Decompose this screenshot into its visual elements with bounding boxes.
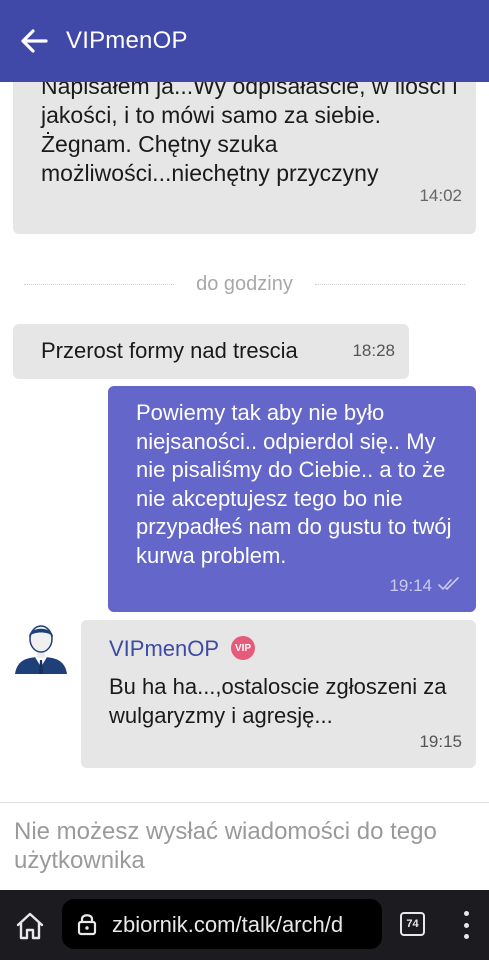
message-bubble-outgoing: Powiemy tak aby nie było niejsaności.. o… xyxy=(108,386,476,612)
message-author[interactable]: VIPmenOP xyxy=(109,636,219,662)
url-text: zbiornik.com/talk/arch/d xyxy=(112,912,344,937)
more-vert-icon[interactable] xyxy=(456,911,476,939)
lock-icon xyxy=(77,914,97,936)
message-text: Powiemy tak aby nie było niejsaności.. o… xyxy=(136,400,452,568)
message-text: Bu ha ha...,ostaloscie zgłoszeni za wulg… xyxy=(109,674,447,728)
browser-toolbar: zbiornik.com/talk/arch/d 74 xyxy=(0,890,489,960)
message-text: Przerost formy nad trescia xyxy=(41,338,298,363)
back-button[interactable] xyxy=(14,21,54,61)
message-list[interactable]: Napisałem ja...Wy odpisałaście, w ilości… xyxy=(0,82,489,802)
app-bar: VIPmenOP xyxy=(0,0,489,82)
menu-dot xyxy=(463,934,469,939)
home-icon xyxy=(16,912,44,940)
cannot-message-notice: Nie możesz wysłać wiadomości do tego uży… xyxy=(14,818,437,874)
user-avatar-icon xyxy=(15,625,67,674)
address-bar[interactable]: zbiornik.com/talk/arch/d xyxy=(62,899,382,949)
home-button[interactable] xyxy=(14,910,46,942)
menu-dot xyxy=(463,911,469,916)
avatar[interactable] xyxy=(13,620,69,676)
vip-badge: VIP xyxy=(231,636,255,660)
message-time: 14:02 xyxy=(419,186,462,205)
conversation-title: VIPmenOP xyxy=(66,27,188,54)
message-time: 19:15 xyxy=(419,732,462,751)
message-time: 19:14 xyxy=(389,576,432,595)
message-bubble-incoming: Napisałem ja...Wy odpisałaście, w ilości… xyxy=(13,82,476,234)
message-bubble-incoming: VIPmenOP VIP Bu ha ha...,ostaloscie zgło… xyxy=(81,620,476,768)
composer-disabled-notice: Nie możesz wysłać wiadomości do tego uży… xyxy=(0,802,489,890)
menu-dot xyxy=(463,922,469,928)
message-bubble-incoming: Przerost formy nad trescia 18:28 xyxy=(13,324,409,379)
tab-switcher-button[interactable]: 74 xyxy=(400,912,425,936)
date-divider: do godziny xyxy=(0,270,489,298)
double-check-icon xyxy=(438,577,459,591)
message-text: Napisałem ja...Wy odpisałaście, w ilości… xyxy=(41,82,458,186)
divider-label: do godziny xyxy=(196,272,293,295)
message-time: 18:28 xyxy=(352,341,395,360)
divider-line xyxy=(314,283,465,285)
divider-line xyxy=(24,283,175,285)
arrow-left-icon xyxy=(21,29,48,53)
